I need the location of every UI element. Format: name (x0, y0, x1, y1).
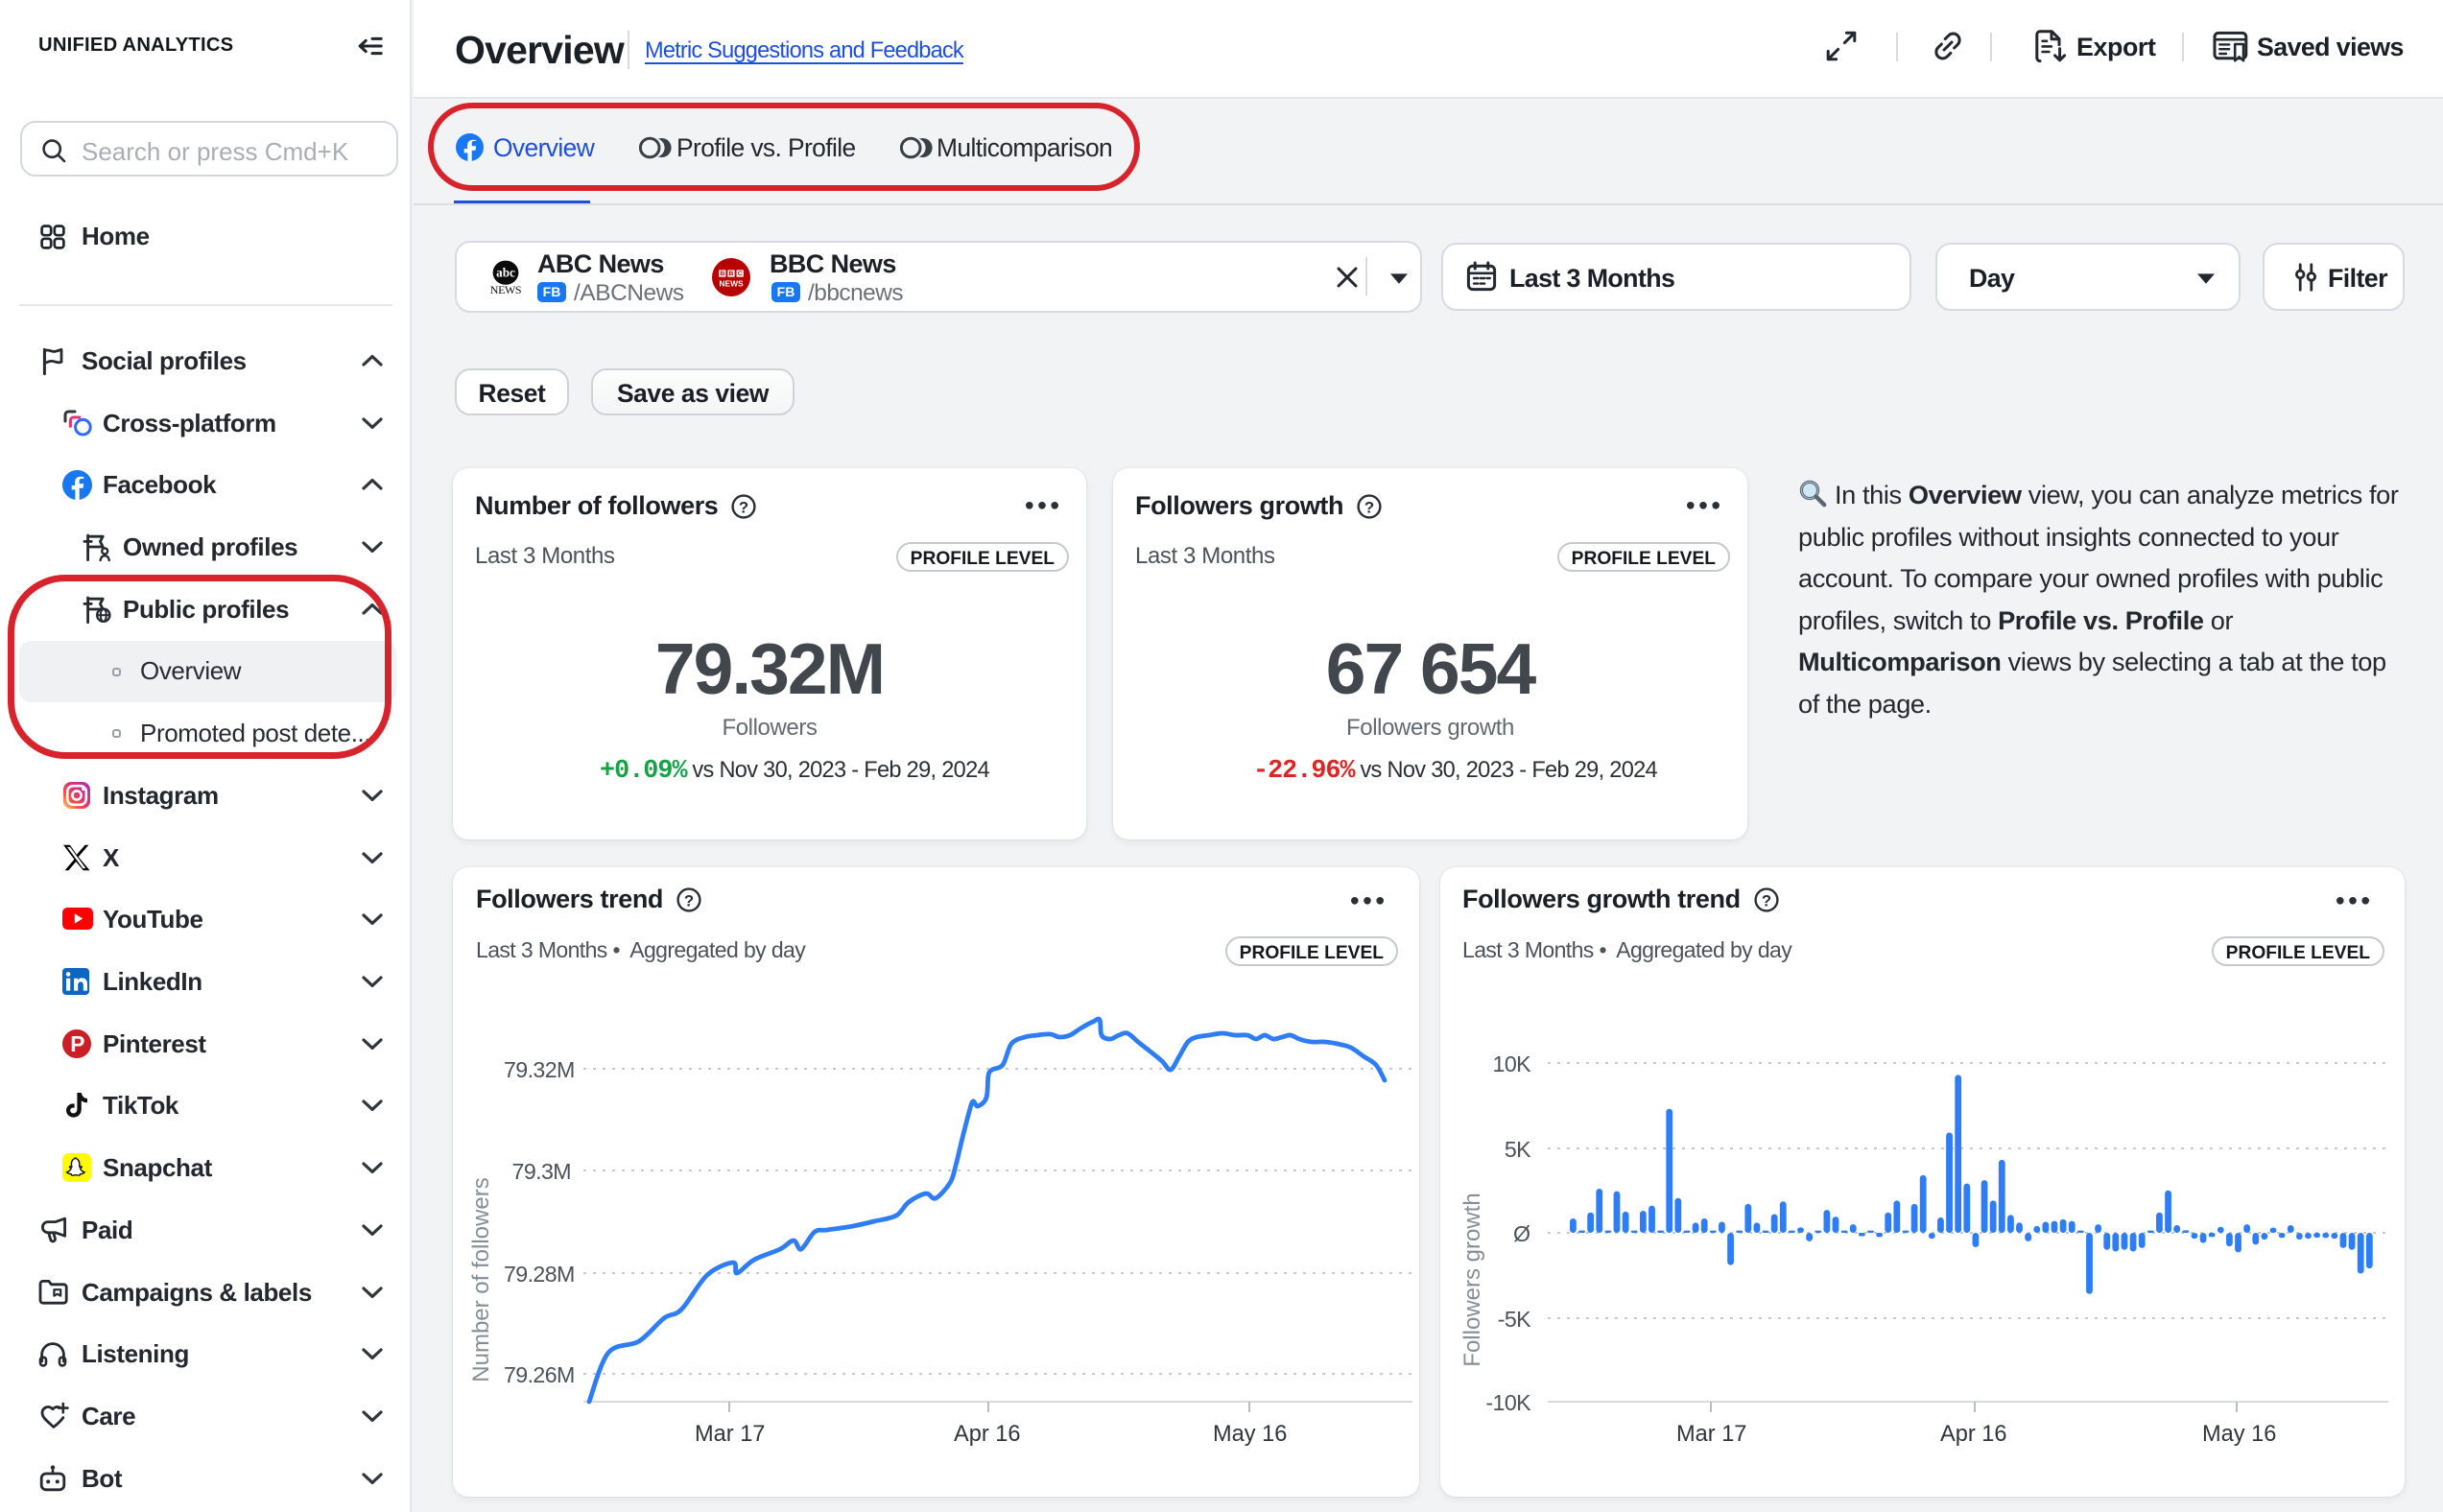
svg-text:?: ? (1364, 498, 1374, 516)
svg-text:?: ? (739, 498, 748, 516)
svg-text:B: B (720, 271, 724, 277)
svg-text:B: B (729, 271, 734, 277)
svg-text:P: P (70, 1031, 84, 1056)
svg-text:NEWS: NEWS (719, 279, 744, 289)
svg-text:NEWS: NEWS (490, 283, 521, 296)
svg-text:abc: abc (496, 266, 515, 280)
svg-text:C: C (738, 271, 743, 277)
